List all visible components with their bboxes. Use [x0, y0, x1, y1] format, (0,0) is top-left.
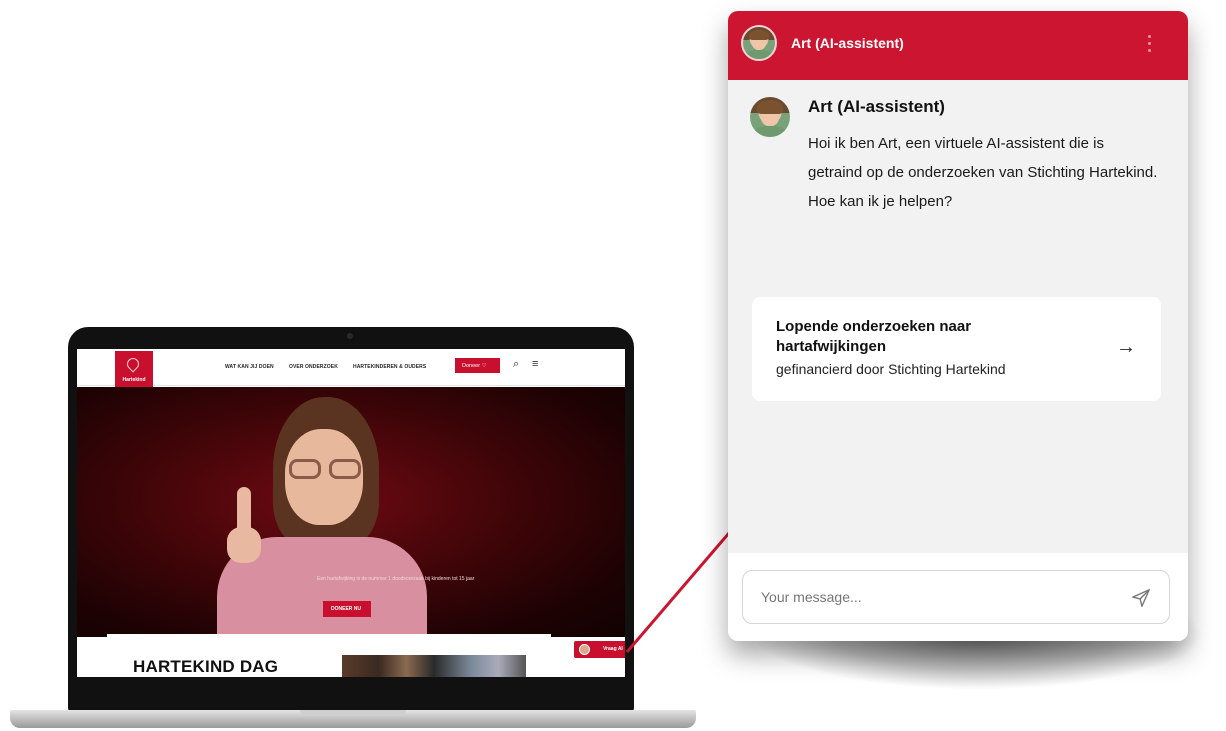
laptop-screen-bezel: Hartekind WAT KAN JIJ DOEN OVER ONDERZOE… — [68, 327, 634, 712]
website-screen: Hartekind WAT KAN JIJ DOEN OVER ONDERZOE… — [77, 349, 625, 677]
donate-button[interactable]: Doneer ♡ — [455, 358, 500, 373]
nav-link-over-onderzoek[interactable]: OVER ONDERZOEK — [289, 364, 338, 370]
chat-header: Art (AI-assistent) — [728, 11, 1188, 80]
hero-text: Een hartafwijking is de nummer 1 doodsoo… — [317, 576, 475, 582]
send-icon[interactable] — [1130, 587, 1152, 609]
nav-link-wat-kan-jij-doen[interactable]: WAT KAN JIJ DOEN — [225, 364, 274, 370]
laptop-base — [10, 710, 696, 728]
message-composer — [742, 570, 1170, 624]
hero-photo-glasses — [289, 459, 361, 479]
heart-logo-icon — [124, 355, 142, 373]
camera-icon — [347, 333, 353, 339]
search-icon[interactable]: ⌕ — [513, 359, 519, 370]
ask-ai-button[interactable]: Vraag AI — [574, 641, 625, 658]
assistant-mini-avatar — [579, 644, 590, 655]
hero-banner: Een hartafwijking is de nummer 1 doodsoo… — [77, 387, 625, 647]
menu-icon[interactable]: ≡ — [532, 359, 538, 370]
hero-donate-button[interactable]: DONEER NU — [323, 601, 371, 617]
hero-photo-hand — [227, 527, 261, 563]
message-input[interactable] — [761, 586, 1101, 608]
suggestion-card[interactable]: Lopende onderzoeken naar hartafwijkingen… — [752, 297, 1161, 401]
assistant-avatar — [741, 25, 777, 61]
chat-title: Art (AI-assistent) — [791, 35, 904, 51]
laptop-mockup: Hartekind WAT KAN JIJ DOEN OVER ONDERZOE… — [0, 0, 720, 731]
more-options-icon[interactable] — [1148, 35, 1152, 55]
composer-area — [728, 553, 1188, 641]
chat-widget: Art (AI-assistent) Art (AI-assistent) Ho… — [728, 11, 1188, 641]
suggestion-subtitle: gefinancierd door Stichting Hartekind — [776, 361, 1006, 377]
section-heading: HARTEKIND DAG — [133, 657, 279, 676]
photo-strip — [342, 655, 526, 677]
suggestion-title: Lopende onderzoeken naar hartafwijkingen — [776, 318, 972, 355]
message-avatar — [750, 97, 790, 137]
message-sender: Art (AI-assistent) — [808, 97, 945, 116]
donate-button-label: Doneer — [462, 363, 481, 369]
site-logo-text: Hartekind — [122, 377, 146, 383]
nav-link-hartekinderen-ouders[interactable]: HARTEKINDEREN & OUDERS — [353, 364, 426, 370]
arrow-right-icon: → — [1116, 336, 1136, 358]
message-text: Hoi ik ben Art, een virtuele AI-assisten… — [808, 135, 1158, 210]
ask-ai-label: Vraag AI — [603, 646, 623, 652]
site-logo[interactable]: Hartekind — [115, 351, 153, 391]
laptop-notch — [300, 710, 406, 716]
site-navbar: Hartekind WAT KAN JIJ DOEN OVER ONDERZOE… — [77, 349, 625, 391]
